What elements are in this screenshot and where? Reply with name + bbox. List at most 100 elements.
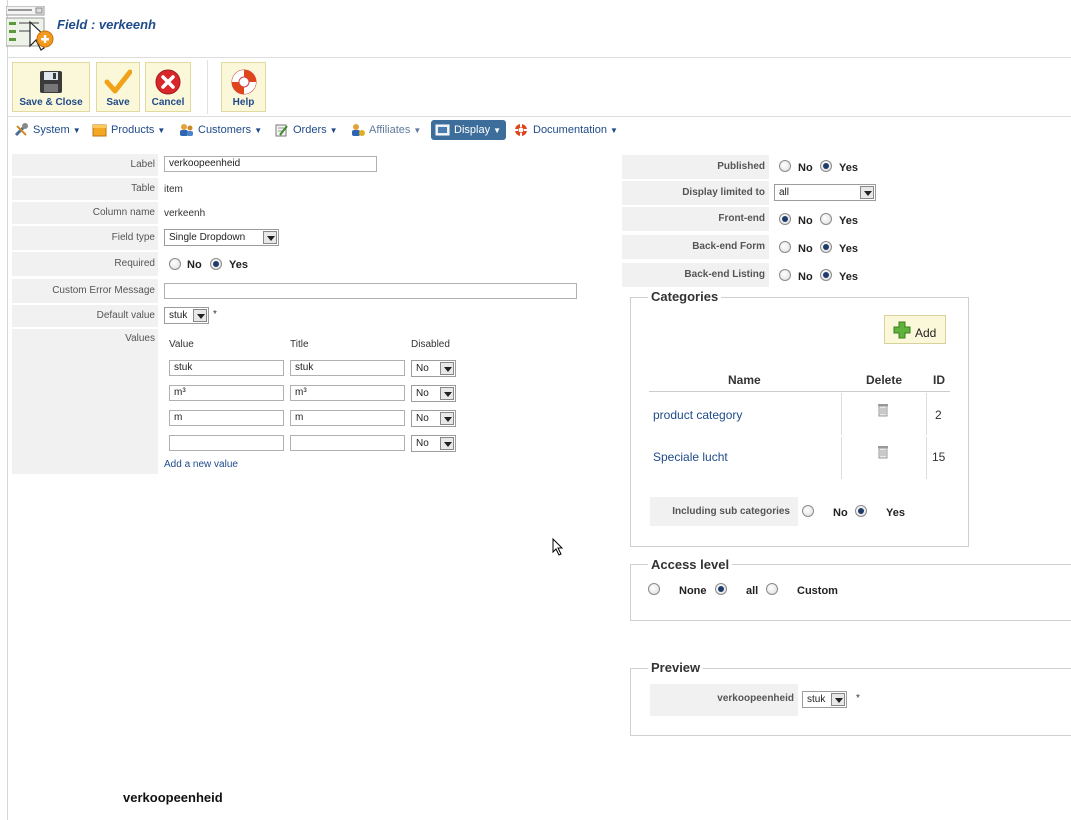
add-new-value-link[interactable]: Add a new value	[164, 459, 238, 470]
default-value-select[interactable]: stuk	[164, 307, 209, 324]
menu-products-label: Products	[111, 124, 155, 136]
sub-yes-radio[interactable]	[855, 505, 867, 517]
backend-listing-no-radio[interactable]	[779, 269, 791, 281]
chevron-down-icon: ▼	[493, 126, 501, 135]
category-link[interactable]: product category	[653, 408, 742, 422]
table-value: item	[164, 184, 183, 195]
value-input[interactable]: stuk	[169, 360, 284, 376]
menu-system[interactable]: System ▼	[14, 120, 81, 140]
value-input[interactable]	[169, 435, 284, 451]
menu-orders[interactable]: Orders ▼	[274, 120, 338, 140]
access-all-radio[interactable]	[715, 583, 727, 595]
menu-affiliates[interactable]: Affiliates ▼	[350, 120, 421, 140]
value-input[interactable]: m³	[169, 385, 284, 401]
title-input[interactable]	[290, 435, 405, 451]
title-input[interactable]: m	[290, 410, 405, 426]
default-value-label: Default value	[12, 305, 158, 327]
disabled-select[interactable]: No	[411, 360, 456, 377]
published-yes-label: Yes	[839, 162, 858, 174]
frontend-yes-radio[interactable]	[820, 213, 832, 225]
display-limited-select[interactable]: all	[774, 184, 876, 201]
backend-form-yes-radio[interactable]	[820, 241, 832, 253]
preview-field-label: verkoopeenheid	[650, 684, 798, 716]
mouse-cursor-icon	[552, 538, 564, 556]
disabled-value: No	[416, 438, 429, 449]
value-input[interactable]: m	[169, 410, 284, 426]
footer-field-label: verkoopeenheid	[123, 790, 223, 805]
chevron-down-icon: ▼	[72, 126, 81, 135]
published-no-label: No	[798, 162, 813, 174]
category-id: 2	[935, 408, 942, 422]
custom-error-input[interactable]	[164, 283, 577, 299]
disabled-select[interactable]: No	[411, 435, 456, 452]
sub-yes-label: Yes	[886, 507, 905, 519]
menu-customers-label: Customers	[198, 124, 252, 136]
published-yes-radio[interactable]	[820, 160, 832, 172]
save-button[interactable]: Save	[96, 62, 140, 112]
backend-form-yes-label: Yes	[839, 243, 858, 255]
table-field-label: Table	[12, 178, 158, 200]
customers-icon	[180, 124, 193, 137]
lifebuoy-icon	[231, 69, 256, 95]
disabled-select[interactable]: No	[411, 410, 456, 427]
disabled-value: No	[416, 388, 429, 399]
backend-form-no-radio[interactable]	[779, 241, 791, 253]
values-col-title: Title	[290, 339, 309, 350]
required-no-radio[interactable]	[169, 258, 181, 270]
access-custom-label: Custom	[797, 585, 838, 597]
display-icon	[435, 124, 450, 136]
backend-form-no-label: No	[798, 243, 813, 255]
required-no-label: No	[187, 259, 202, 271]
disabled-value: No	[416, 363, 429, 374]
menu-products[interactable]: Products ▼	[92, 120, 165, 140]
access-level-legend: Access level	[648, 557, 733, 572]
published-no-radio[interactable]	[779, 160, 791, 172]
menu-system-label: System	[33, 124, 70, 136]
required-yes-label: Yes	[229, 259, 248, 271]
menu-affiliates-label: Affiliates	[369, 124, 411, 136]
label-input[interactable]: verkoopeenheid	[164, 156, 377, 172]
required-yes-radio[interactable]	[210, 258, 222, 270]
access-none-radio[interactable]	[648, 583, 660, 595]
chevron-down-icon: ▼	[413, 126, 422, 135]
preview-legend: Preview	[648, 660, 704, 675]
preview-select[interactable]: stuk	[802, 691, 847, 708]
published-label: Published	[622, 155, 769, 179]
preview-star: *	[856, 693, 860, 704]
col-id-header: ID	[933, 373, 945, 387]
page-title: Field : verkeenh	[57, 17, 156, 32]
cell-divider	[926, 393, 927, 435]
chevron-down-icon	[440, 437, 454, 450]
col-delete-header: Delete	[866, 373, 903, 387]
frontend-no-radio[interactable]	[779, 213, 791, 225]
trash-icon[interactable]	[877, 403, 889, 417]
help-label: Help	[232, 97, 255, 108]
backend-listing-yes-radio[interactable]	[820, 269, 832, 281]
title-input[interactable]: stuk	[290, 360, 405, 376]
menu-display-label: Display	[454, 124, 491, 136]
access-custom-radio[interactable]	[766, 583, 778, 595]
backend-form-label: Back-end Form	[622, 235, 769, 259]
affiliates-icon	[352, 124, 365, 137]
values-col-value: Value	[169, 339, 194, 350]
access-all-label: all	[746, 585, 759, 597]
disabled-value: No	[416, 413, 429, 424]
custom-error-label: Custom Error Message	[12, 279, 158, 303]
save-close-button[interactable]: Save & Close	[12, 62, 90, 112]
menu-display[interactable]: Display ▼	[431, 120, 506, 140]
cancel-button[interactable]: Cancel	[145, 62, 191, 112]
add-category-button[interactable]: Add	[884, 315, 946, 344]
category-link[interactable]: Speciale lucht	[653, 450, 728, 464]
checkmark-icon	[104, 69, 132, 94]
add-category-label: Add	[915, 326, 937, 340]
backend-listing-label: Back-end Listing	[622, 263, 769, 287]
field-type-select[interactable]: Single Dropdown	[164, 229, 279, 246]
help-button[interactable]: Help	[221, 62, 266, 112]
disabled-select[interactable]: No	[411, 385, 456, 402]
menu-customers[interactable]: Customers ▼	[179, 120, 262, 140]
title-input[interactable]: m³	[290, 385, 405, 401]
orders-icon	[275, 124, 288, 137]
trash-icon[interactable]	[877, 445, 889, 459]
sub-no-radio[interactable]	[802, 505, 814, 517]
menu-documentation[interactable]: Documentation ▼	[514, 120, 618, 140]
